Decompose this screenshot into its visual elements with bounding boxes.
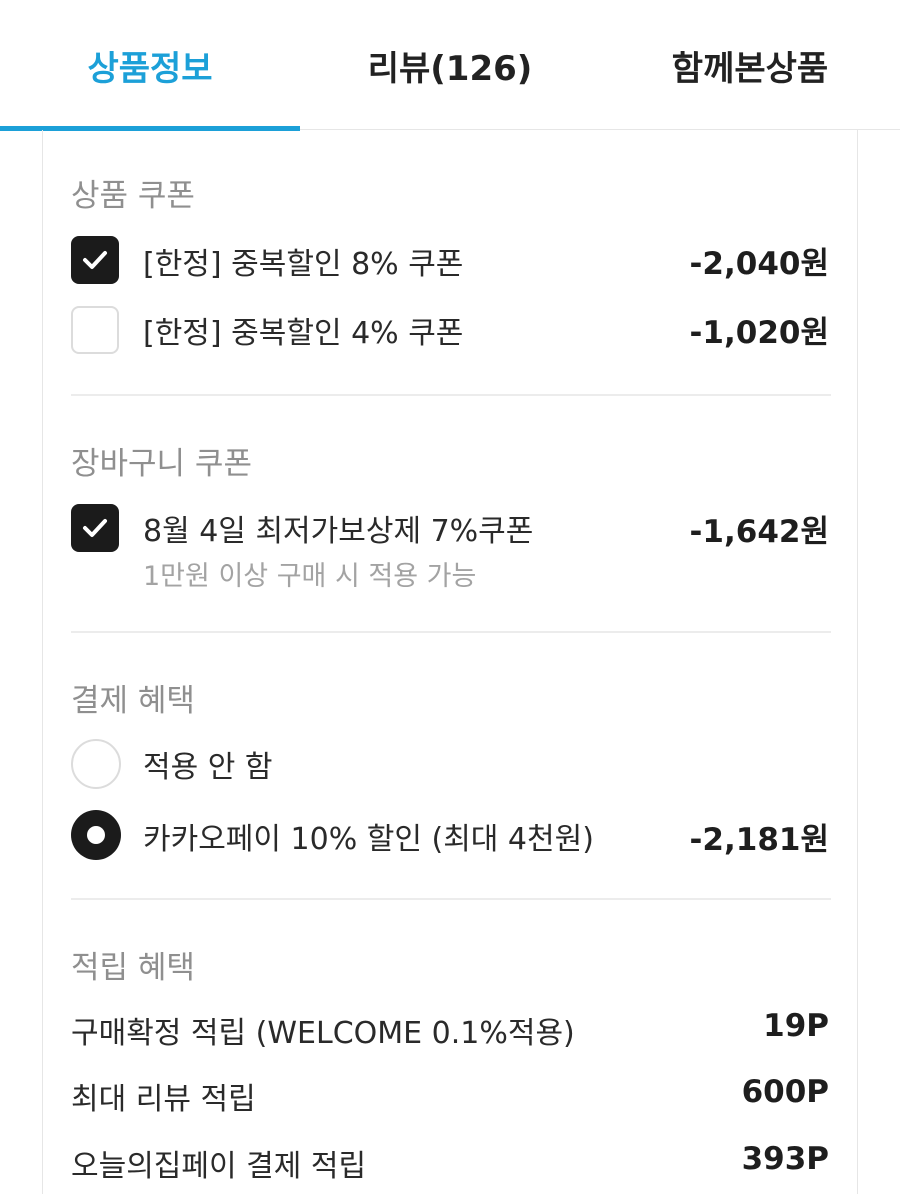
- coupon-label: [한정] 중복할인 4% 쿠폰: [143, 316, 464, 351]
- coupon-amount: -2,040원: [689, 246, 829, 282]
- reward-label: 최대 리뷰 적립: [71, 1082, 256, 1117]
- reward-amount: 19P: [763, 1008, 829, 1044]
- coupon-checkbox-4pct[interactable]: [71, 306, 119, 354]
- section-title-payment-benefit: 결제 혜택: [71, 683, 195, 719]
- reward-amount: 600P: [741, 1074, 829, 1110]
- tab-related-products[interactable]: 함께본상품: [600, 0, 900, 130]
- section-title-cart-coupon: 장바구니 쿠폰: [71, 446, 252, 482]
- cart-coupon-label: 8월 4일 최저가보상제 7%쿠폰: [143, 514, 534, 549]
- tab-product-info[interactable]: 상품정보: [0, 0, 300, 131]
- benefit-panel: 상품 쿠폰 [한정] 중복할인 8% 쿠폰 -2,040원 [한정] 중복할인 …: [42, 130, 858, 1194]
- payment-option-label: 카카오페이 10% 할인 (최대 4천원): [143, 822, 594, 857]
- tab-label: 상품정보: [87, 48, 213, 89]
- tab-label: 리뷰(126): [367, 48, 533, 89]
- check-icon: [83, 251, 107, 269]
- reward-amount: 393P: [741, 1141, 829, 1177]
- coupon-checkbox-8pct[interactable]: [71, 236, 119, 284]
- section-divider: [71, 898, 831, 900]
- tab-bar: 상품정보 리뷰(126) 함께본상품: [0, 0, 900, 131]
- coupon-label: [한정] 중복할인 8% 쿠폰: [143, 247, 464, 282]
- section-divider: [71, 631, 831, 633]
- section-title-reward-benefit: 적립 혜택: [71, 950, 195, 986]
- cart-coupon-checkbox[interactable]: [71, 504, 119, 552]
- payment-option-label: 적용 안 함: [143, 750, 273, 785]
- reward-label: 오늘의집페이 결제 적립: [71, 1149, 367, 1184]
- cart-coupon-amount: -1,642원: [689, 514, 829, 550]
- radio-dot-icon: [87, 826, 105, 844]
- tab-label: 함께본상품: [671, 48, 829, 89]
- payment-radio-kakaopay[interactable]: [71, 810, 121, 860]
- section-title-product-coupon: 상품 쿠폰: [71, 178, 195, 214]
- reward-label: 구매확정 적립 (WELCOME 0.1%적용): [71, 1016, 575, 1051]
- check-icon: [83, 519, 107, 537]
- coupon-amount: -1,020원: [689, 315, 829, 351]
- cart-coupon-condition: 1만원 이상 구매 시 적용 가능: [143, 561, 477, 592]
- section-divider: [71, 394, 831, 396]
- tab-reviews[interactable]: 리뷰(126): [300, 0, 600, 130]
- payment-option-amount: -2,181원: [689, 822, 829, 858]
- payment-radio-none[interactable]: [71, 739, 121, 789]
